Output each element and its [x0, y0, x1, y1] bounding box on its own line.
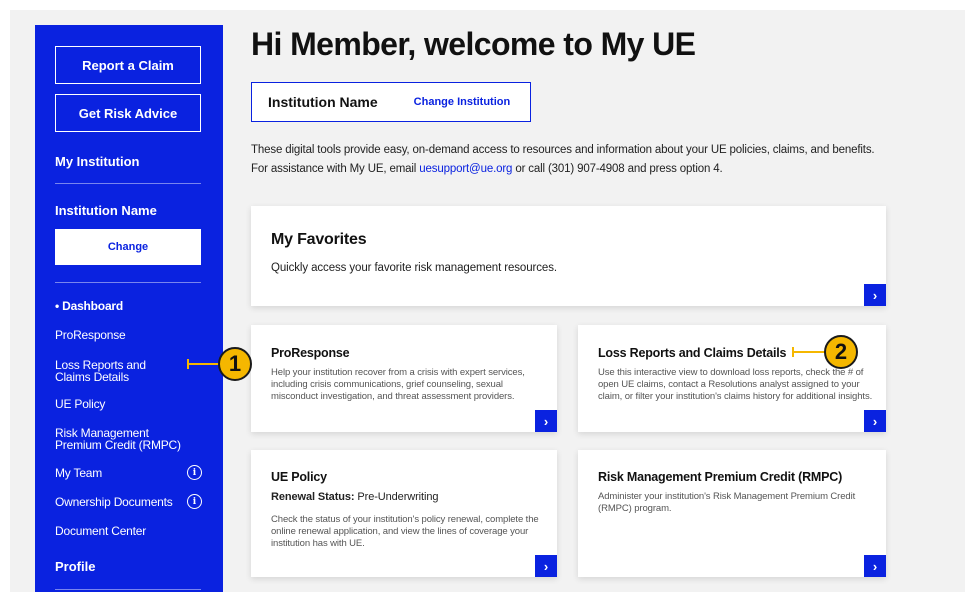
proresponse-arrow-button[interactable]: ›: [535, 410, 557, 432]
intro-line-2-post: or call (301) 907-4908 and press option …: [512, 163, 723, 175]
proresponse-text: Help your institution recover from a cri…: [271, 367, 525, 402]
intro-text: These digital tools provide easy, on-dem…: [251, 141, 951, 179]
my-institution-heading[interactable]: My Institution: [55, 154, 140, 169]
my-favorites-card[interactable]: My Favorites Quickly access your favorit…: [251, 206, 886, 306]
intro-line-2-pre: For assistance with My UE, email: [251, 163, 420, 175]
favorites-text: Quickly access your favorite risk manage…: [271, 262, 557, 274]
institution-selector: Institution Name Change Institution: [251, 82, 531, 122]
proresponse-title: ProResponse: [271, 346, 350, 360]
ue-policy-text: Check the status of your institution's p…: [271, 514, 539, 549]
sidebar-divider: [55, 282, 201, 283]
page-title: Hi Member, welcome to My UE: [251, 26, 696, 62]
sidebar-item-loss-reports[interactable]: Loss Reports and Claims Details: [55, 359, 180, 383]
sidebar-item-ownership-documents[interactable]: Ownership Documents: [55, 496, 205, 508]
sidebar-item-document-center[interactable]: Document Center: [55, 525, 205, 537]
rmpc-title: Risk Management Premium Credit (RMPC): [598, 470, 843, 484]
info-icon[interactable]: i: [187, 465, 202, 480]
sidebar: Report a Claim Get Risk Advice My Instit…: [35, 25, 223, 592]
sidebar-divider: [55, 589, 201, 590]
favorites-title: My Favorites: [271, 231, 367, 248]
intro-line-2: For assistance with My UE, email uesuppo…: [251, 160, 951, 179]
favorites-arrow-button[interactable]: ›: [864, 284, 886, 306]
get-risk-advice-button[interactable]: Get Risk Advice: [55, 94, 201, 132]
ue-policy-arrow-button[interactable]: ›: [535, 555, 557, 577]
callout-1-badge: 1: [218, 347, 252, 381]
ue-policy-title: UE Policy: [271, 470, 327, 484]
ue-policy-card[interactable]: UE Policy Renewal Status: Pre-Underwriti…: [251, 450, 557, 577]
sidebar-divider: [55, 183, 201, 184]
report-claim-button[interactable]: Report a Claim: [55, 46, 201, 84]
institution-name: Institution Name: [268, 94, 378, 110]
proresponse-card[interactable]: ProResponse Help your institution recove…: [251, 325, 557, 432]
support-email-link[interactable]: uesupport@ue.org: [419, 163, 512, 175]
sidebar-item-dashboard[interactable]: • Dashboard: [55, 300, 205, 312]
rmpc-arrow-button[interactable]: ›: [864, 555, 886, 577]
callout-2-badge: 2: [824, 335, 858, 369]
intro-line-1: These digital tools provide easy, on-dem…: [251, 144, 875, 156]
sidebar-item-ue-policy[interactable]: UE Policy: [55, 398, 205, 410]
renewal-status-value: Pre-Underwriting: [354, 491, 439, 503]
sidebar-item-rmpc[interactable]: Risk Management Premium Credit (RMPC): [55, 427, 185, 451]
rmpc-text: Administer your institution's Risk Manag…: [598, 491, 856, 514]
change-institution-link[interactable]: Change Institution: [414, 96, 511, 108]
callout-1-line: [187, 363, 222, 365]
sidebar-item-profile[interactable]: Profile: [55, 559, 95, 574]
loss-reports-text: Use this interactive view to download lo…: [598, 367, 873, 402]
loss-reports-title: Loss Reports and Claims Details: [598, 346, 787, 360]
callout-2-line: [792, 351, 827, 353]
rmpc-card[interactable]: Risk Management Premium Credit (RMPC) Ad…: [578, 450, 886, 577]
info-icon[interactable]: i: [187, 494, 202, 509]
renewal-status: Renewal Status: Pre-Underwriting: [271, 491, 438, 503]
sidebar-item-my-team[interactable]: My Team: [55, 467, 205, 479]
sidebar-institution-name: Institution Name: [55, 203, 157, 218]
renewal-status-label: Renewal Status:: [271, 491, 355, 503]
change-institution-button[interactable]: Change: [55, 229, 201, 265]
loss-reports-arrow-button[interactable]: ›: [864, 410, 886, 432]
sidebar-item-proresponse[interactable]: ProResponse: [55, 329, 205, 341]
